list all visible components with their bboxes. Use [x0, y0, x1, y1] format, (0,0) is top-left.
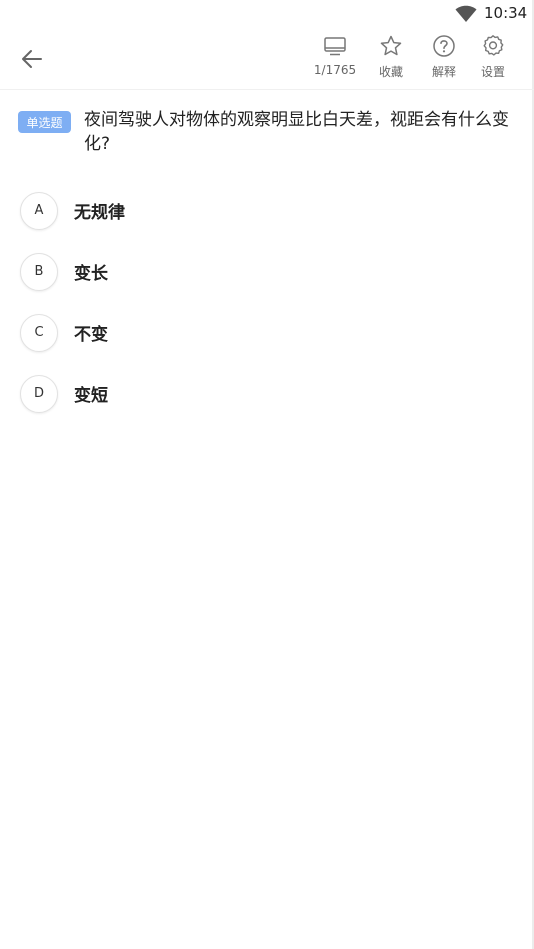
question-circle-icon: [433, 35, 455, 57]
quiz-screen: 10:34 1/1765 收藏 解释 设置 单选题 夜间驾驶人对物体的观察明显比…: [0, 0, 534, 949]
options-list: A 无规律 B 变长 C 不变 D 变短: [20, 180, 520, 424]
option-letter: C: [20, 313, 58, 352]
status-bar: 10:34: [0, 0, 534, 28]
settings-label: 设置: [480, 65, 505, 79]
gear-icon: [483, 35, 504, 56]
settings-button[interactable]: 设置: [471, 34, 515, 86]
option-c[interactable]: C 不变: [20, 302, 520, 363]
option-d[interactable]: D 变短: [20, 363, 520, 424]
toolbar: 1/1765 收藏 解释 设置: [0, 28, 534, 90]
favorite-label: 收藏: [378, 65, 403, 79]
option-letter: D: [20, 374, 58, 413]
explain-button[interactable]: 解释: [422, 34, 466, 86]
back-button[interactable]: [14, 42, 50, 76]
option-text: 变短: [74, 386, 108, 406]
star-icon: [380, 35, 402, 56]
status-time: 10:34: [484, 4, 528, 22]
option-letter: A: [20, 191, 58, 230]
wifi-icon: [455, 5, 477, 22]
option-a[interactable]: A 无规律: [20, 180, 520, 241]
option-text: 变长: [74, 264, 108, 284]
question-type-badge: 单选题: [18, 111, 71, 133]
progress-label: 1/1765: [313, 63, 357, 77]
option-b[interactable]: B 变长: [20, 241, 520, 302]
screen-icon: [324, 37, 346, 56]
option-text: 无规律: [74, 203, 125, 223]
favorite-button[interactable]: 收藏: [369, 34, 413, 86]
progress-button[interactable]: 1/1765: [308, 34, 362, 86]
option-letter: B: [20, 252, 58, 291]
explain-label: 解释: [431, 65, 456, 79]
option-text: 不变: [74, 325, 108, 345]
question-block: 单选题 夜间驾驶人对物体的观察明显比白天差，视距会有什么变化?: [18, 108, 518, 156]
question-text: 夜间驾驶人对物体的观察明显比白天差，视距会有什么变化?: [84, 110, 509, 154]
arrow-left-icon: [22, 50, 42, 68]
